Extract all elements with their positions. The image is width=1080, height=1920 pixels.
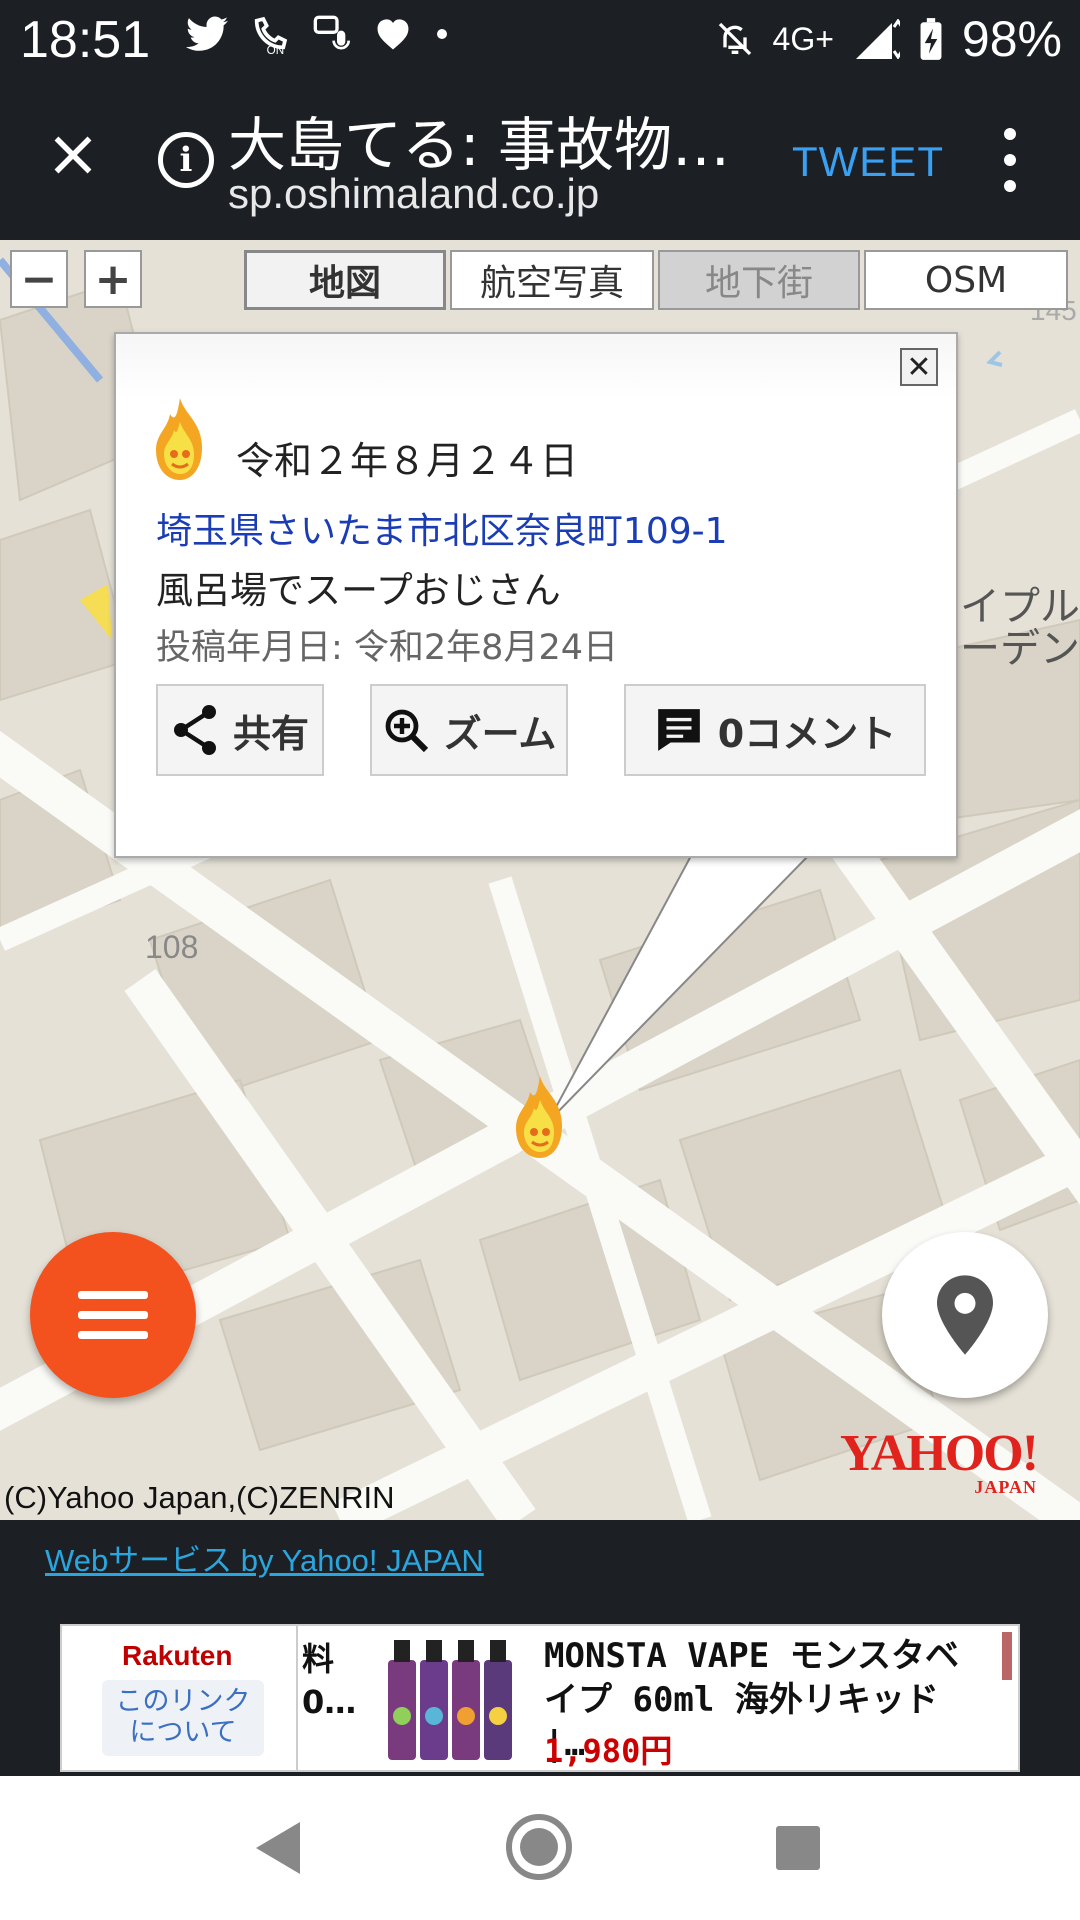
ad-product-price: 1,980円 xyxy=(544,1732,673,1770)
rakuten-logo: Rakuten xyxy=(122,1640,233,1671)
page-url: sp.oshimaland.co.jp xyxy=(228,170,600,217)
ad-about-link[interactable]: このリンク について xyxy=(102,1680,264,1756)
call-on-icon: ON xyxy=(254,16,288,54)
map-type-underground[interactable]: 地下街 xyxy=(658,250,860,310)
signal-icon xyxy=(855,19,900,59)
system-nav-bar xyxy=(0,1776,1080,1920)
incident-popup: ✕ 令和２年８月２４日 埼玉県さいたま市北区奈良町109-1 風呂場でスープおじ… xyxy=(114,332,958,858)
heart-icon xyxy=(377,19,409,50)
yahoo-webservice-link[interactable]: Webサービス by Yahoo! JAPAN xyxy=(45,1535,484,1580)
system-icons: 4G+ 98% xyxy=(715,10,1062,68)
map-view[interactable]: 108 145 イプル ーデン − + 地図 航空写真 地下街 OSM ✕ 令和… xyxy=(0,240,1080,1520)
dot-icon xyxy=(437,29,447,39)
recents-button[interactable] xyxy=(776,1826,820,1870)
yahoo-logo-text: YAHOO! xyxy=(840,1425,1039,1482)
close-icon xyxy=(54,136,92,174)
share-label: 共有 xyxy=(232,711,309,756)
tweet-button[interactable]: TWEET xyxy=(792,138,944,186)
incident-marker-icon[interactable] xyxy=(510,1072,570,1162)
hamburger-icon xyxy=(78,1291,148,1299)
zoom-in-icon xyxy=(385,709,428,753)
zoom-in-button[interactable]: + xyxy=(84,250,142,308)
home-button[interactable] xyxy=(506,1814,572,1880)
battery-charging-icon xyxy=(920,18,942,60)
ad-product-image[interactable] xyxy=(382,1632,518,1766)
comment-label: 0コメント xyxy=(717,711,897,756)
ad-about-line1: このリンク xyxy=(115,1686,251,1717)
more-vert-icon[interactable] xyxy=(1000,128,1020,192)
status-time: 18:51 xyxy=(20,11,151,69)
twitter-icon xyxy=(186,16,228,51)
ad-banner[interactable]: Rakuten このリンク について 料 0… MONSTA VAPE モンスタ… xyxy=(60,1624,1020,1772)
menu-fab-button[interactable] xyxy=(30,1232,196,1398)
share-button[interactable]: 共有 xyxy=(156,684,324,776)
status-bar: 18:51 ON 4G+ 98% xyxy=(0,0,1080,80)
zoom-button[interactable]: ズーム xyxy=(370,684,568,776)
location-pin-icon xyxy=(937,1275,993,1355)
zoom-label: ズーム xyxy=(443,711,557,756)
map-copyright: (C)Yahoo Japan,(C)ZENRIN xyxy=(4,1480,395,1515)
location-fab-button[interactable] xyxy=(882,1232,1048,1398)
zoom-out-button[interactable]: − xyxy=(10,250,68,308)
popup-close-button[interactable]: ✕ xyxy=(900,348,938,386)
place-label-2: ーデン xyxy=(960,626,1080,672)
fire-icon xyxy=(156,398,202,480)
ad-next-item-edge xyxy=(1002,1632,1012,1680)
battery-percent: 98% xyxy=(961,11,1062,67)
mute-icon xyxy=(718,22,751,56)
close-tab-button[interactable] xyxy=(38,120,108,190)
network-type: 4G+ xyxy=(772,20,834,57)
ad-partial-line2: 0… xyxy=(302,1683,357,1722)
incident-description: 風呂場でスープおじさん xyxy=(156,569,561,612)
incident-address-link[interactable]: 埼玉県さいたま市北区奈良町109-1 xyxy=(156,502,728,554)
ad-partial-text: 料 0… xyxy=(302,1638,356,1724)
posted-date: 投稿年月日: 令和2年8月24日 xyxy=(156,628,618,668)
back-icon[interactable] xyxy=(256,1822,302,1874)
info-icon[interactable]: i xyxy=(158,132,214,188)
ad-brand-area: Rakuten このリンク について xyxy=(62,1626,298,1770)
block-number-label: 108 xyxy=(145,929,198,965)
vape-bottles-image xyxy=(388,1640,512,1760)
share-icon xyxy=(173,705,216,755)
comment-icon xyxy=(657,709,700,751)
comment-button[interactable]: 0コメント xyxy=(624,684,926,776)
home-icon xyxy=(520,1828,558,1866)
map-type-osm[interactable]: OSM xyxy=(864,250,1068,310)
svg-text:ON: ON xyxy=(267,44,284,54)
popup-tail xyxy=(547,854,812,1123)
ad-about-line2: について xyxy=(129,1717,237,1749)
incident-date: 令和２年８月２４日 xyxy=(236,439,579,483)
map-type-map[interactable]: 地図 xyxy=(244,250,446,310)
place-label-1: イプル xyxy=(960,584,1080,630)
voice-message-icon xyxy=(313,15,350,50)
ad-partial-line1: 料 xyxy=(302,1640,335,1678)
browser-toolbar: i 大島てる: 事故物… sp.oshimaland.co.jp TWEET xyxy=(0,80,1080,240)
notification-icons: ON xyxy=(186,14,450,54)
map-type-aerial[interactable]: 航空写真 xyxy=(450,250,654,310)
yahoo-logo: YAHOO! JAPAN xyxy=(840,1425,1039,1497)
popup-header xyxy=(116,334,956,400)
